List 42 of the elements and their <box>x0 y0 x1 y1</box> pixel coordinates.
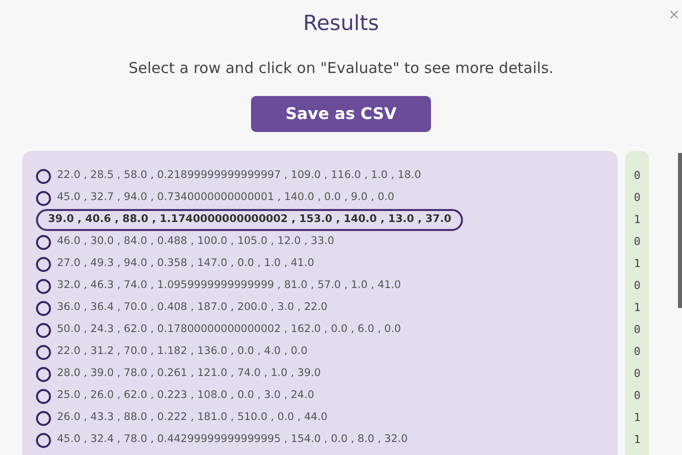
row-values[interactable]: 22.0 , 31.2 , 70.0 , 1.182 , 136.0 , 0.0 , 4.0 , 0.0 <box>57 344 308 360</box>
row-values[interactable]: 50.0 , 24.3 , 62.0 , 0.17800000000000002 , 162.0 , 0.0 , 6.0 , 0.0 <box>57 322 401 338</box>
result-value: 1 <box>634 256 640 272</box>
radio-button[interactable] <box>36 300 51 316</box>
radio-button[interactable] <box>36 410 51 426</box>
result-value: 1 <box>634 432 640 448</box>
row-values[interactable]: 22.0 , 28.5 , 58.0 , 0.21899999999999997 , 109.0 , 116.0 , 1.0 , 18.0 <box>57 168 422 184</box>
scrollbar-thumb[interactable] <box>678 153 682 308</box>
row-values[interactable]: 46.0 , 30.0 , 84.0 , 0.488 , 100.0 , 105.0 , 12.0 , 33.0 <box>57 234 334 250</box>
row-values[interactable]: 36.0 , 36.4 , 70.0 , 0.408 , 187.0 , 200.0 , 3.0 , 22.0 <box>57 300 328 316</box>
row-values[interactable]: 45.0 , 32.7 , 94.0 , 0.7340000000000001 , 140.0 , 0.0 , 9.0 , 0.0 <box>57 190 394 206</box>
radio-button[interactable] <box>36 234 51 250</box>
row-values[interactable]: 25.0 , 26.0 , 62.0 , 0.223 , 108.0 , 0.0 , 3.0 , 24.0 <box>57 388 314 404</box>
result-value: 0 <box>634 278 640 294</box>
radio-button[interactable] <box>36 366 51 382</box>
dialog-title: Results <box>303 10 379 36</box>
result-value: 1 <box>634 410 640 426</box>
result-value: 1 <box>634 300 640 316</box>
save-csv-button[interactable]: Save as CSV <box>251 96 431 132</box>
radio-button[interactable] <box>36 388 51 404</box>
result-row[interactable]: 39.0 , 40.6 , 88.0 , 1.1740000000000002 , 153.0 , 140.0 , 13.0 , 37.0 <box>36 209 464 231</box>
row-values[interactable]: 28.0 , 39.0 , 78.0 , 0.261 , 121.0 , 74.0 , 1.0 , 39.0 <box>57 366 321 382</box>
result-value: 0 <box>634 190 640 206</box>
instructions-text: Select a row and click on "Evaluate" to see more details. <box>128 58 554 78</box>
radio-button[interactable] <box>36 322 51 338</box>
result-value: 0 <box>634 322 640 338</box>
result-value: 0 <box>634 388 640 404</box>
radio-button[interactable] <box>36 344 51 360</box>
result-value: 1 <box>634 212 640 228</box>
row-values[interactable]: 27.0 , 49.3 , 94.0 , 0.358 , 147.0 , 0.0 , 1.0 , 41.0 <box>57 256 314 272</box>
result-value: 0 <box>634 234 640 250</box>
radio-button[interactable] <box>36 168 51 184</box>
row-values[interactable]: 32.0 , 46.3 , 74.0 , 1.0959999999999999 , 81.0 , 57.0 , 1.0 , 41.0 <box>57 278 401 294</box>
radio-button[interactable] <box>36 278 51 294</box>
radio-button[interactable] <box>36 432 51 448</box>
radio-button[interactable] <box>36 190 51 206</box>
result-value: 0 <box>634 168 640 184</box>
row-values[interactable]: 26.0 , 43.3 , 88.0 , 0.222 , 181.0 , 510.0 , 0.0 , 44.0 <box>57 410 328 426</box>
result-value: 0 <box>634 344 640 360</box>
radio-button[interactable] <box>36 256 51 272</box>
result-value: 0 <box>634 366 640 382</box>
row-values[interactable]: 45.0 , 32.4 , 78.0 , 0.44299999999999995 , 154.0 , 0.0 , 8.0 , 32.0 <box>57 432 408 448</box>
